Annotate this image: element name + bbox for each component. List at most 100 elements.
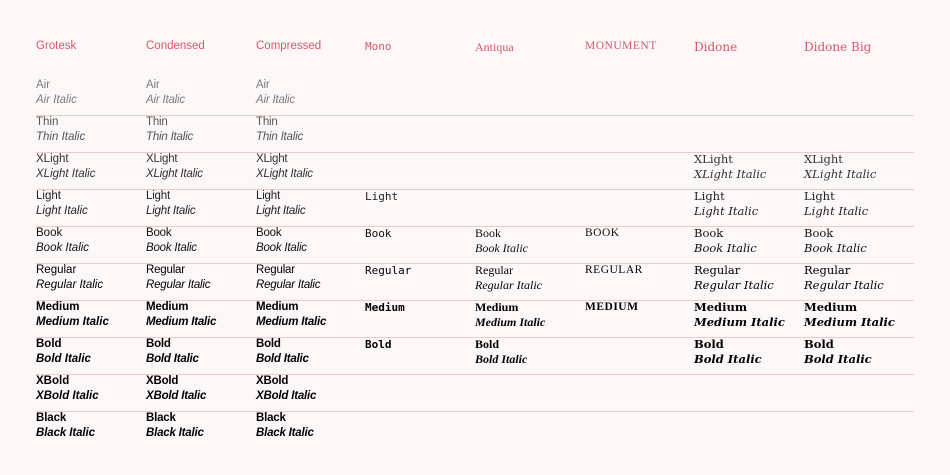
style-name-italic: XLight Italic <box>694 167 767 181</box>
weight-row-air: Air Air Italic Air Air Italic Air Air Itali… <box>36 78 914 116</box>
style-name-italic: Bold Italic <box>146 353 199 365</box>
style-name-italic: Medium Italic <box>804 315 895 329</box>
column-header-antiqua: Antiqua <box>475 40 514 54</box>
compressed-cell: Air Air Italic <box>256 78 295 108</box>
style-name-italic: Medium Italic <box>36 316 109 328</box>
style-name-italic: XBold Italic <box>146 390 207 402</box>
style-name: XLight <box>146 153 178 165</box>
style-name: Thin <box>36 116 59 128</box>
style-name: Air <box>146 79 160 91</box>
condensed-cell: XLight XLight Italic <box>146 152 203 182</box>
style-name: Bold <box>365 338 392 351</box>
didone-cell: Light Light Italic <box>694 189 758 219</box>
weight-row-thin: Thin Thin Italic Thin Thin Italic Thin Thin… <box>36 115 914 153</box>
weight-row-book: Book Book Italic Book Book Italic Book Book… <box>36 226 914 264</box>
style-name-italic: Regular Italic <box>146 279 211 291</box>
style-name-italic: Book Italic <box>256 242 307 254</box>
didone-big-cell: Book Book Italic <box>804 226 867 256</box>
condensed-cell: Medium Medium Italic <box>146 300 216 330</box>
compressed-cell: XBold XBold Italic <box>256 374 316 404</box>
style-name: Bold <box>146 338 171 350</box>
style-name-italic: Medium Italic <box>694 315 785 329</box>
style-name: Book <box>804 226 834 240</box>
style-name: Thin <box>256 116 278 128</box>
style-name-italic: Book Italic <box>694 241 757 255</box>
compressed-cell: Bold Bold Italic <box>256 337 309 367</box>
column-headers: Grotesk Condensed Compressed Mono Antiqu… <box>0 40 950 56</box>
condensed-cell: Regular Regular Italic <box>146 263 211 293</box>
mono-cell: Medium <box>365 300 405 315</box>
column-header-grotesk: Grotesk <box>36 40 77 52</box>
style-name: Light <box>694 189 725 203</box>
style-name: Light <box>256 190 280 202</box>
condensed-cell: Bold Bold Italic <box>146 337 199 367</box>
style-name: Thin <box>146 116 168 128</box>
weight-row-regular: Regular Regular Italic Regular Regular Ita… <box>36 263 914 301</box>
didone-cell: XLight XLight Italic <box>694 152 766 182</box>
style-name-italic: XBold Italic <box>36 390 99 402</box>
style-name-italic: XLight Italic <box>146 168 203 180</box>
style-name-italic: XLight Italic <box>256 168 313 180</box>
condensed-cell: Thin Thin Italic <box>146 115 193 145</box>
style-name: XLight <box>694 152 733 166</box>
antiqua-cell: Regular Regular Italic <box>475 263 542 293</box>
style-name: Medium <box>36 301 80 313</box>
style-name: Medium <box>256 301 299 313</box>
condensed-cell: Light Light Italic <box>146 189 196 219</box>
style-name-italic: Bold Italic <box>694 352 762 366</box>
style-name-italic: Air Italic <box>256 94 295 106</box>
grotesk-cell: Medium Medium Italic <box>36 300 109 330</box>
style-name-italic: Book Italic <box>475 241 528 255</box>
style-name: XLight <box>804 152 843 166</box>
weight-row-xbold: XBold XBold Italic XBold XBold Italic XBol… <box>36 374 914 412</box>
column-header-didone: Didone <box>694 40 738 54</box>
compressed-cell: Regular Regular Italic <box>256 263 321 293</box>
compressed-cell: XLight XLight Italic <box>256 152 313 182</box>
style-name: Regular <box>146 264 185 276</box>
style-name: Book <box>36 227 63 239</box>
style-name-italic: Black Italic <box>256 427 314 439</box>
style-name-italic: Bold Italic <box>256 353 309 365</box>
style-name: XBold <box>146 375 179 387</box>
style-name-italic: Regular Italic <box>256 279 321 291</box>
condensed-cell: Black Black Italic <box>146 411 204 441</box>
style-name: Regular <box>365 264 412 277</box>
style-name: Regular <box>804 263 851 277</box>
mono-cell: Bold <box>365 337 392 352</box>
grotesk-cell: Book Book Italic <box>36 226 89 256</box>
didone-big-cell: Medium Medium Italic <box>804 300 895 330</box>
style-name: XLight <box>256 153 288 165</box>
style-name: Book <box>365 227 392 240</box>
style-name-italic: Bold Italic <box>475 352 528 366</box>
style-name-italic: Bold Italic <box>804 352 872 366</box>
compressed-cell: Medium Medium Italic <box>256 300 326 330</box>
style-name-italic: Bold Italic <box>36 353 91 365</box>
style-name: Light <box>365 190 399 203</box>
style-name-italic: Regular Italic <box>804 278 884 292</box>
monument-cell: REGULAR <box>585 263 643 278</box>
style-name-italic: Air Italic <box>146 94 185 106</box>
style-name: REGULAR <box>585 264 643 276</box>
style-name: Medium <box>475 300 519 314</box>
column-header-didone-big: Didone Big <box>804 40 872 54</box>
style-name-italic: Regular Italic <box>36 279 104 291</box>
style-name: Black <box>146 412 176 424</box>
style-name: Black <box>256 412 286 424</box>
style-name: Bold <box>804 337 834 351</box>
grotesk-cell: XLight XLight Italic <box>36 152 95 182</box>
didone-cell: Bold Bold Italic <box>694 337 762 367</box>
style-name-italic: XBold Italic <box>256 390 317 402</box>
didone-cell: Medium Medium Italic <box>694 300 785 330</box>
condensed-cell: XBold XBold Italic <box>146 374 206 404</box>
compressed-cell: Thin Thin Italic <box>256 115 303 145</box>
weight-row-light: Light Light Italic Light Light Italic Ligh… <box>36 189 914 227</box>
mono-cell: Book <box>365 226 392 241</box>
grotesk-cell: XBold XBold Italic <box>36 374 99 404</box>
weight-row-bold: Bold Bold Italic Bold Bold Italic Bold Bold… <box>36 337 914 375</box>
grotesk-cell: Light Light Italic <box>36 189 88 219</box>
style-name: Bold <box>475 337 500 351</box>
style-name: Regular <box>256 264 295 276</box>
column-header-mono: Mono <box>365 40 392 53</box>
style-name-italic: Book Italic <box>804 241 867 255</box>
style-name-italic: Black Italic <box>146 427 204 439</box>
